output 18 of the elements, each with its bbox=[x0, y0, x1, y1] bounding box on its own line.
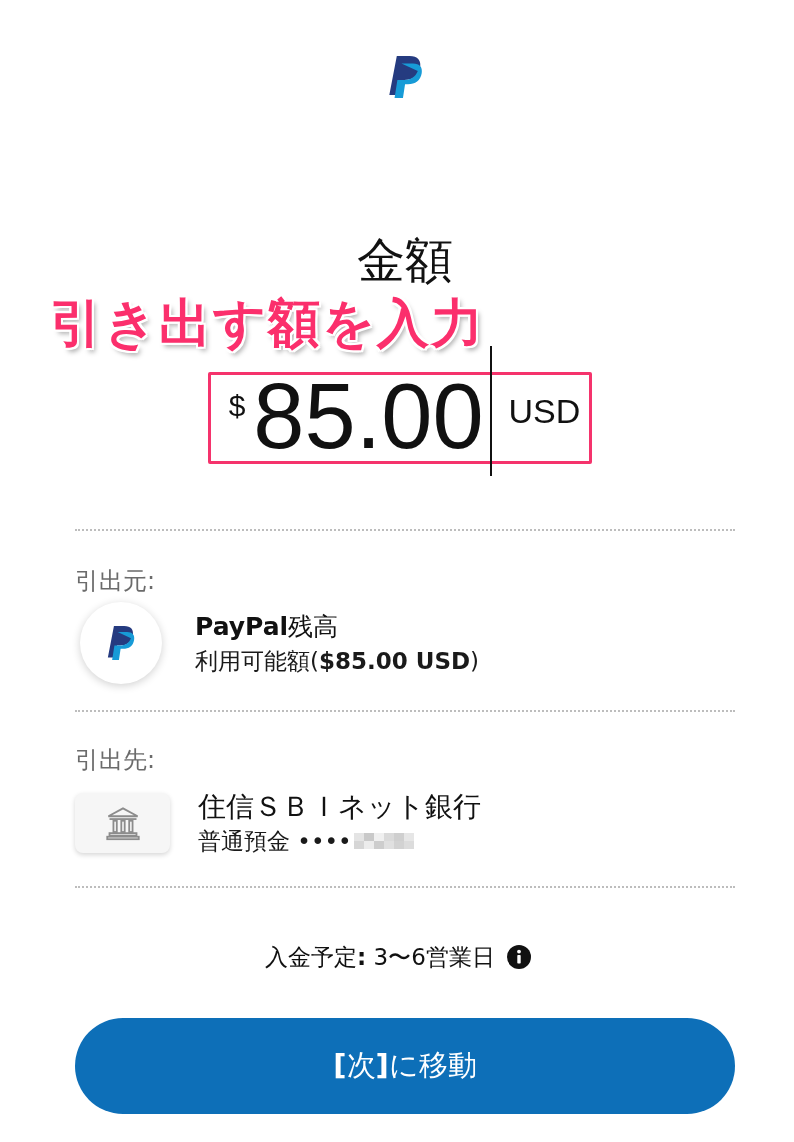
bank-icon bbox=[104, 805, 141, 841]
page-title: 金額 bbox=[357, 232, 453, 288]
currency-code: USD bbox=[508, 391, 581, 431]
account-detail: 利用可能額($85.00 USD) bbox=[195, 647, 480, 676]
currency-symbol: $ bbox=[228, 389, 246, 423]
annotation-text: 引き出す額を入力 bbox=[50, 294, 485, 352]
next-button[interactable]: [次]に移動 bbox=[75, 1018, 735, 1114]
account-detail: 普通預金 •••• bbox=[198, 827, 352, 856]
logo-icon bbox=[386, 56, 424, 98]
info-icon[interactable] bbox=[506, 945, 531, 969]
account-name: 住信ＳＢＩネット銀行 bbox=[198, 789, 481, 825]
wallet-logo-icon bbox=[106, 626, 136, 660]
section-label: 引出元: bbox=[75, 566, 156, 596]
account-name: PayPal残高 bbox=[195, 611, 339, 643]
section-label: 引出先: bbox=[75, 745, 156, 775]
arrival-estimate: 入金予定: 3〜6営業日 bbox=[265, 943, 495, 972]
amount-input[interactable]: 85.00 bbox=[253, 366, 484, 466]
text-cursor-icon bbox=[489, 346, 492, 476]
